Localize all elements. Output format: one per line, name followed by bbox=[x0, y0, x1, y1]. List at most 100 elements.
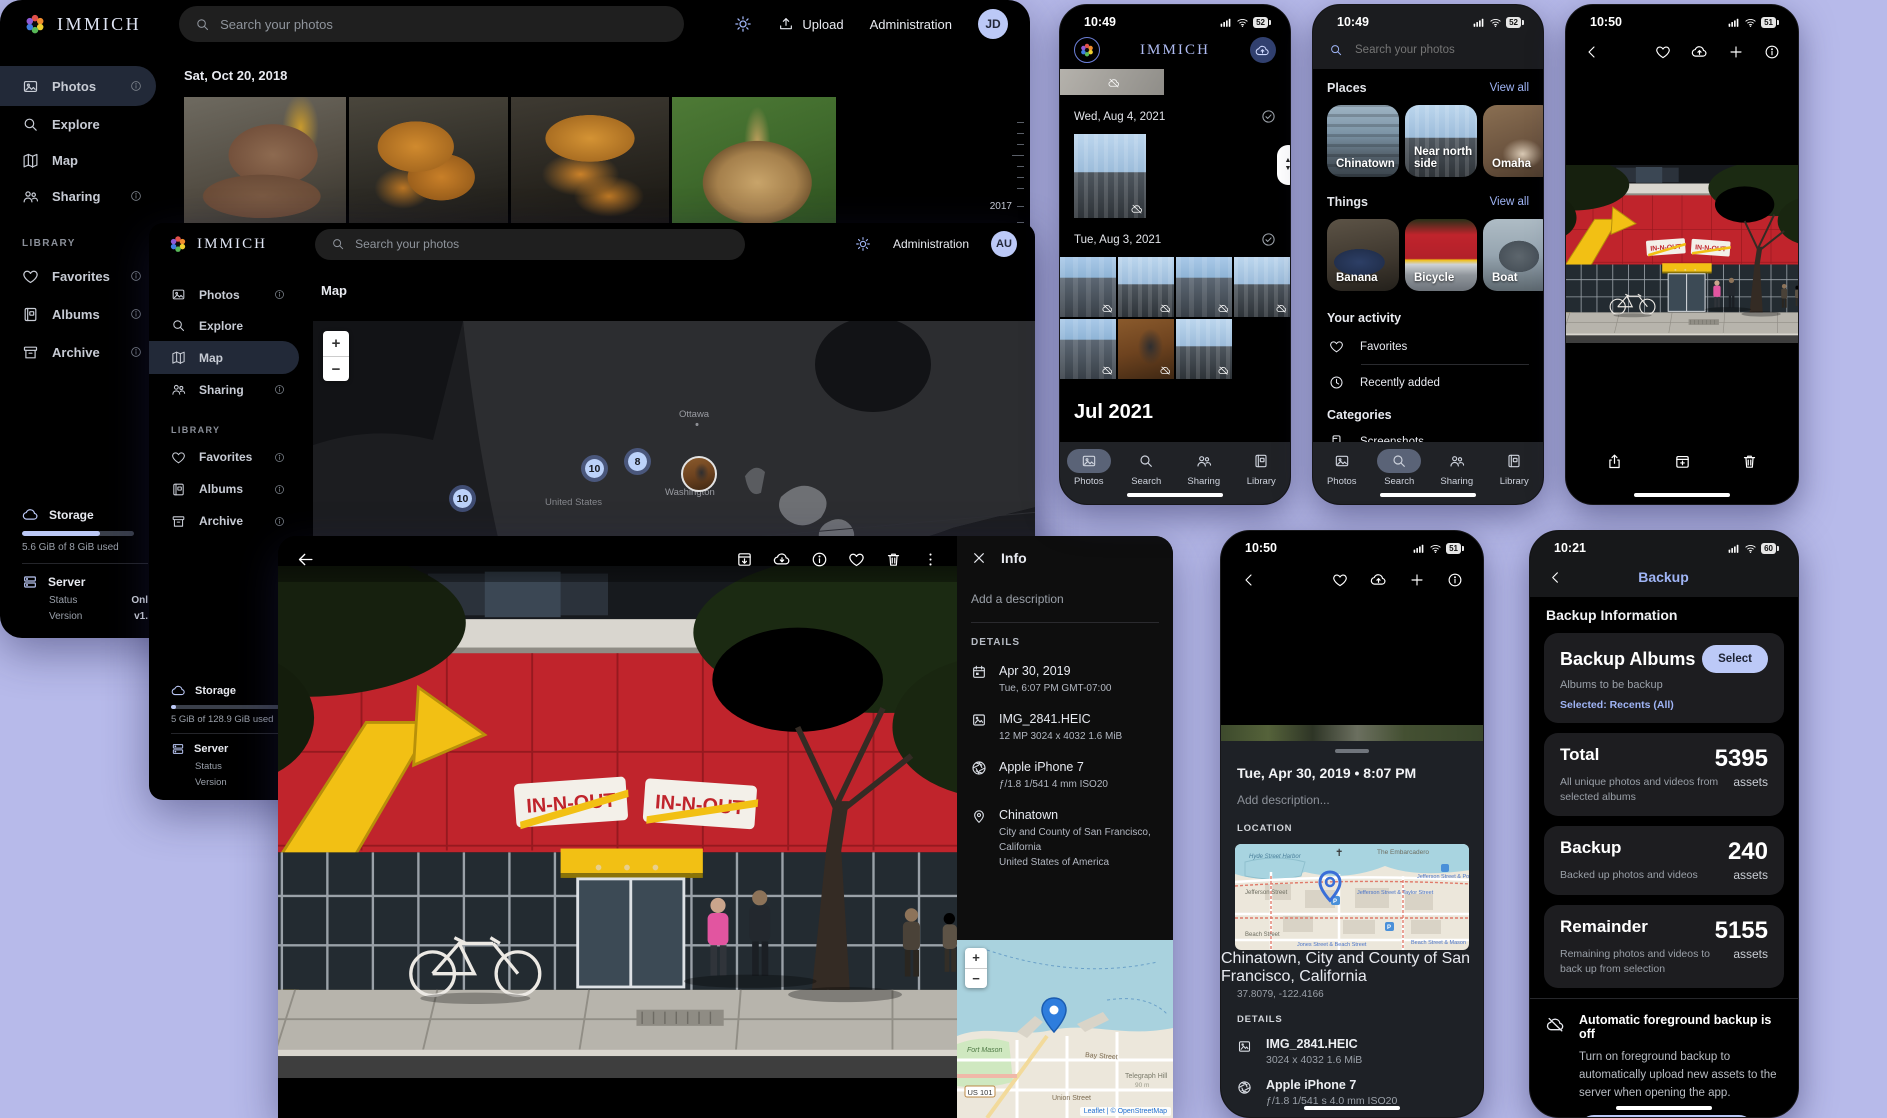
info-icon[interactable] bbox=[130, 346, 142, 358]
nav-sharing[interactable]: Sharing bbox=[1431, 449, 1483, 487]
info-icon[interactable] bbox=[811, 551, 828, 568]
info-icon[interactable] bbox=[1447, 572, 1463, 588]
download-icon[interactable] bbox=[773, 550, 791, 568]
info-icon[interactable] bbox=[130, 308, 142, 320]
back-chevron-icon[interactable] bbox=[1584, 44, 1600, 60]
recently-added-row[interactable]: Recently added bbox=[1329, 375, 1543, 390]
favorite-heart-icon[interactable] bbox=[848, 551, 865, 568]
detail-row-location[interactable]: Chinatown City and County of San Francis… bbox=[971, 808, 1159, 870]
share-icon[interactable] bbox=[1606, 453, 1623, 470]
close-panel-icon[interactable] bbox=[971, 550, 987, 566]
search-bar[interactable] bbox=[179, 6, 684, 42]
thing-tile[interactable]: Banana bbox=[1327, 219, 1399, 291]
photo-thumbnail[interactable] bbox=[1074, 134, 1146, 218]
sidebar-item-archive[interactable]: Archive bbox=[149, 505, 299, 537]
thing-tile[interactable]: Bicycle bbox=[1405, 219, 1477, 291]
detail-row-date[interactable]: Apr 30, 2019Tue, 6:07 PM GMT-07:00 bbox=[971, 664, 1159, 696]
nav-photos[interactable]: Photos bbox=[1316, 449, 1368, 487]
photo-thumbnail[interactable] bbox=[511, 97, 669, 235]
theme-toggle-icon[interactable] bbox=[734, 15, 752, 33]
map-attribution[interactable]: Leaflet | © OpenStreetMap bbox=[1080, 1107, 1171, 1116]
upload-button[interactable]: Upload bbox=[778, 16, 843, 32]
search-input[interactable] bbox=[1355, 44, 1527, 56]
theme-toggle-icon[interactable] bbox=[855, 236, 871, 252]
trash-icon[interactable] bbox=[885, 551, 902, 568]
sidebar-item-photos[interactable]: Photos bbox=[149, 279, 299, 310]
zoom-in-button[interactable]: + bbox=[965, 948, 987, 968]
sidebar-item-explore[interactable]: Explore bbox=[149, 310, 299, 341]
upload-cloud-icon[interactable] bbox=[1370, 571, 1387, 588]
info-icon[interactable] bbox=[274, 516, 285, 527]
photo-thumbnail-partial[interactable] bbox=[1060, 69, 1164, 95]
trash-icon[interactable] bbox=[1741, 453, 1758, 470]
search-bar[interactable] bbox=[1313, 29, 1543, 57]
fast-scroller[interactable]: ▲▼ bbox=[1277, 145, 1291, 185]
archive-asset-icon[interactable] bbox=[736, 551, 753, 568]
photo-thumbnail[interactable] bbox=[1118, 319, 1174, 379]
place-tile[interactable]: Near north side bbox=[1405, 105, 1477, 177]
back-chevron-icon[interactable] bbox=[1241, 572, 1257, 588]
sidebar-item-favorites[interactable]: Favorites bbox=[149, 441, 299, 473]
map-cluster-marker[interactable]: 8 bbox=[624, 448, 651, 475]
photo-thumbnail[interactable] bbox=[1118, 257, 1174, 317]
administration-link[interactable]: Administration bbox=[893, 237, 969, 251]
place-tile[interactable]: Omaha bbox=[1483, 105, 1543, 177]
location-map[interactable]: US 101 Fort Mason Bay Street Union Stree… bbox=[957, 940, 1173, 1118]
sidebar-item-favorites[interactable]: Favorites bbox=[0, 257, 156, 295]
sidebar-item-map[interactable]: Map bbox=[0, 142, 156, 178]
thing-tile[interactable]: Boat bbox=[1483, 219, 1543, 291]
select-day-icon[interactable] bbox=[1261, 109, 1276, 124]
nav-photos[interactable]: Photos bbox=[1063, 449, 1115, 487]
administration-link[interactable]: Administration bbox=[870, 17, 952, 32]
sidebar-item-albums[interactable]: Albums bbox=[149, 473, 299, 505]
map-cluster-marker[interactable]: 10 bbox=[449, 485, 476, 512]
info-icon[interactable] bbox=[130, 190, 142, 202]
photo-thumbnail[interactable] bbox=[184, 97, 346, 235]
sidebar-item-photos[interactable]: Photos bbox=[0, 66, 156, 106]
map-photo-marker[interactable] bbox=[681, 456, 717, 492]
favorites-row[interactable]: Favorites bbox=[1329, 339, 1543, 354]
favorite-heart-icon[interactable] bbox=[1332, 572, 1348, 588]
zoom-in-button[interactable]: + bbox=[323, 331, 349, 356]
photo-thumbnail[interactable] bbox=[349, 97, 508, 235]
add-icon[interactable] bbox=[1728, 44, 1744, 60]
photo-thumbnail[interactable] bbox=[1234, 257, 1290, 317]
zoom-out-button[interactable]: − bbox=[965, 968, 987, 988]
map-cluster-marker[interactable]: 10 bbox=[581, 455, 608, 482]
nav-search[interactable]: Search bbox=[1373, 449, 1425, 487]
asset-address[interactable]: Chinatown, City and County of San Franci… bbox=[1221, 950, 1483, 986]
photo-sliver[interactable] bbox=[1221, 725, 1483, 741]
sidebar-item-albums[interactable]: Albums bbox=[0, 295, 156, 333]
nav-library[interactable]: Library bbox=[1488, 449, 1540, 487]
info-icon[interactable] bbox=[274, 452, 285, 463]
info-icon[interactable] bbox=[274, 384, 285, 395]
favorite-heart-icon[interactable] bbox=[1655, 44, 1671, 60]
map-zoom-control[interactable]: + − bbox=[323, 331, 349, 381]
add-to-album-icon[interactable] bbox=[1674, 453, 1691, 470]
places-view-all[interactable]: View all bbox=[1490, 82, 1529, 94]
user-avatar[interactable]: AU bbox=[991, 231, 1017, 257]
search-input[interactable] bbox=[355, 237, 729, 251]
location-map[interactable]: PP Hyde Street Harbor The Embarcadero Je… bbox=[1235, 844, 1469, 950]
add-icon[interactable] bbox=[1409, 572, 1425, 588]
upload-cloud-icon[interactable] bbox=[1691, 43, 1708, 60]
user-avatar[interactable]: JD bbox=[978, 9, 1008, 39]
select-albums-button[interactable]: Select bbox=[1702, 645, 1768, 673]
info-icon[interactable] bbox=[1764, 44, 1780, 60]
things-view-all[interactable]: View all bbox=[1490, 196, 1529, 208]
photo-thumbnail[interactable] bbox=[672, 97, 836, 235]
backup-avatar-button[interactable] bbox=[1250, 37, 1276, 63]
photo-thumbnail[interactable] bbox=[1060, 319, 1116, 379]
sidebar-item-sharing[interactable]: Sharing bbox=[149, 374, 299, 405]
photo-in-n-out[interactable] bbox=[278, 566, 957, 1078]
photo-thumbnail[interactable] bbox=[1060, 257, 1116, 317]
info-icon[interactable] bbox=[274, 289, 285, 300]
info-icon[interactable] bbox=[274, 484, 285, 495]
add-description-field[interactable]: Add description... bbox=[1237, 793, 1483, 807]
nav-sharing[interactable]: Sharing bbox=[1178, 449, 1230, 487]
nav-library[interactable]: Library bbox=[1235, 449, 1287, 487]
back-chevron-icon[interactable] bbox=[1548, 570, 1563, 585]
immich-logo-icon[interactable] bbox=[1074, 37, 1100, 63]
map-zoom-control[interactable]: + − bbox=[965, 948, 987, 988]
add-description-field[interactable]: Add a description bbox=[971, 592, 1159, 606]
